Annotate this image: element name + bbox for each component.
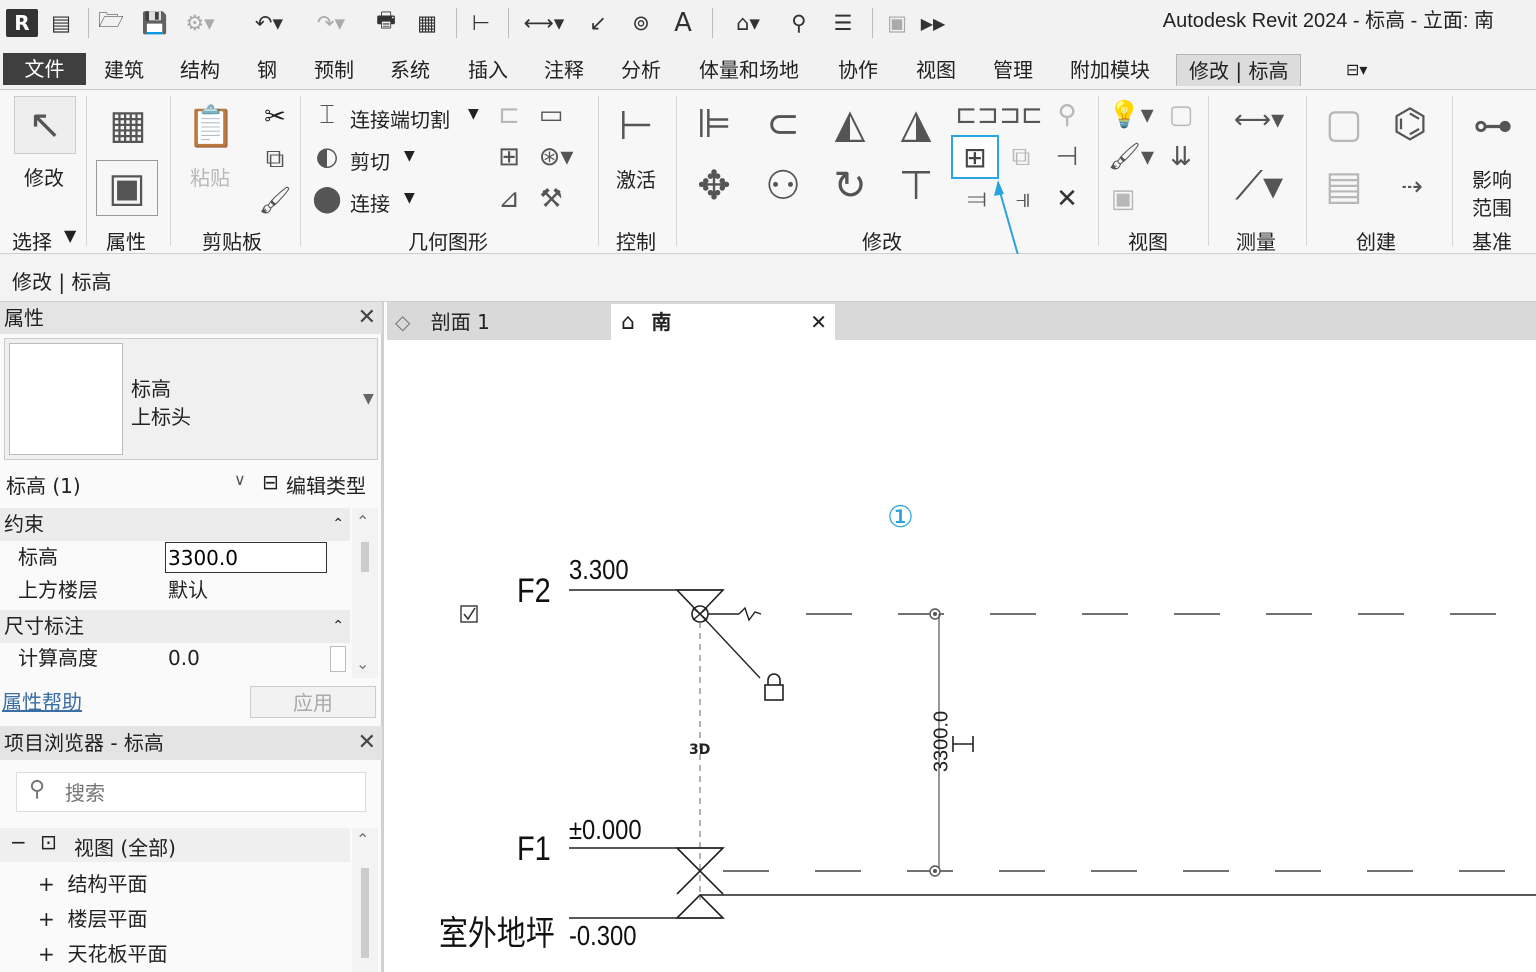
tree-item-floor-plans[interactable]: + 楼层平面 [38, 903, 147, 932]
elevation-row: 标高 [4, 541, 348, 574]
collapse-dimensions-icon[interactable]: ⌃ [332, 610, 344, 643]
edit-type-button[interactable]: 编辑类型 [286, 470, 366, 499]
dimension-value[interactable]: 3300.0 [931, 707, 954, 777]
browser-scroll-up-icon[interactable]: ⌃ [356, 830, 369, 849]
browser-search[interactable]: ⚲ [16, 772, 366, 812]
level-f1-elevation[interactable]: ±0.000 [569, 814, 642, 846]
scroll-thumb[interactable] [361, 542, 369, 572]
properties-help-link[interactable]: 属性帮助 [2, 686, 82, 715]
computed-height-row: 计算高度 0.0 [4, 642, 348, 675]
left-panel: 属性 ✕ 标高 上标头 ▼ 标高 (1) ∨ ⊟ 编辑类型 约束 ⌃ 标高 上方… [0, 302, 384, 972]
tree-item-structural-plans[interactable]: + 结构平面 [38, 868, 147, 897]
tree-item-label: 楼层平面 [67, 907, 148, 931]
level-outdoor-name[interactable]: 室外地坪 [439, 906, 555, 955]
computed-height-scroll[interactable] [330, 646, 346, 672]
expand-icon[interactable]: + [38, 942, 55, 966]
instance-filter[interactable]: 标高 (1) [6, 470, 81, 499]
properties-title: 属性 [4, 306, 44, 330]
tab-south-label: 南 [651, 310, 672, 334]
level-f1-graphics[interactable] [569, 847, 1536, 895]
story-above-key: 上方楼层 [18, 578, 98, 602]
level-f2-graphics[interactable] [569, 589, 1536, 701]
level-f2-elevation[interactable]: 3.300 [569, 554, 629, 586]
elevation-view-icon: ⌂ [621, 310, 635, 335]
tab-close-icon[interactable]: ✕ [810, 304, 827, 340]
type-family-name: 标高 [131, 377, 171, 401]
section-dimensions[interactable]: 尺寸标注 ⌃ [0, 610, 350, 643]
expand-icon[interactable]: + [38, 907, 55, 931]
story-above-value[interactable]: 默认 [168, 574, 208, 607]
project-browser-title: 项目浏览器 - 标高 [4, 731, 164, 755]
properties-scrollbar[interactable]: ⌃ ⌄ [352, 508, 378, 678]
apply-button[interactable]: 应用 [250, 686, 376, 718]
section-constraints[interactable]: 约束 ⌃ [0, 508, 350, 541]
browser-scrollbar[interactable]: ⌃ [352, 828, 378, 972]
view-tabs: ◇ 剖面 1 ⌂ 南 ✕ [387, 302, 1536, 340]
section-view-icon: ◇ [395, 310, 411, 334]
project-browser-header: 项目浏览器 - 标高 ✕ [0, 726, 382, 760]
browser-scroll-thumb[interactable] [361, 868, 369, 958]
views-icon: ⊡ [40, 830, 57, 854]
level-f1-name[interactable]: F1 [517, 830, 551, 869]
drawing-canvas[interactable]: F2 3.300 F1 ±0.000 室外地坪 -0.300 3D 3300.0… [387, 340, 1536, 972]
level-outdoor-graphics[interactable] [569, 893, 1536, 919]
properties-header: 属性 ✕ [0, 302, 382, 334]
3d-extent-tag[interactable]: 3D [689, 742, 710, 758]
elevation-input[interactable] [165, 542, 327, 573]
level-outdoor-elevation[interactable]: -0.300 [569, 920, 636, 952]
collapse-constraints-icon[interactable]: ⌃ [332, 508, 344, 541]
type-selector[interactable]: 标高 上标头 ▼ [4, 338, 378, 460]
section-dimensions-label: 尺寸标注 [4, 614, 84, 638]
search-icon: ⚲ [29, 777, 46, 802]
tree-item-label: 结构平面 [67, 872, 148, 896]
computed-height-value[interactable]: 0.0 [168, 642, 200, 675]
type-dropdown-icon[interactable]: ▼ [363, 391, 374, 407]
scroll-down-icon[interactable]: ⌄ [356, 654, 369, 673]
context-text: 修改 | 标高 [12, 270, 112, 294]
elevation-key: 标高 [18, 545, 58, 569]
instance-filter-dropdown-icon[interactable]: ∨ [234, 470, 246, 489]
callout-1-label: ① [887, 500, 914, 535]
elevation-drawing[interactable] [387, 340, 1536, 972]
tree-root-row[interactable]: − ⊡ 视图 (全部) [0, 828, 350, 862]
collapse-root-icon[interactable]: − [10, 830, 27, 854]
tab-section-1[interactable]: ◇ 剖面 1 [395, 304, 611, 340]
tree-item-ceiling-plans[interactable]: + 天花板平面 [38, 938, 167, 967]
context-bar: 修改 | 标高 [0, 254, 1536, 302]
properties-close-icon[interactable]: ✕ [358, 302, 376, 334]
expand-icon[interactable]: + [38, 872, 55, 896]
tree-root-label: 视图 (全部) [74, 836, 176, 860]
tree-item-label: 天花板平面 [67, 942, 168, 966]
tab-south-elevation[interactable]: ⌂ 南 ✕ [611, 304, 835, 340]
section-constraints-label: 约束 [4, 512, 44, 536]
tab-section-1-label: 剖面 1 [430, 310, 490, 334]
search-input[interactable] [65, 779, 355, 807]
edit-type-icon[interactable]: ⊟ [262, 470, 279, 494]
story-above-row: 上方楼层 默认 [4, 574, 348, 607]
computed-height-key: 计算高度 [18, 646, 98, 670]
type-name: 上标头 [131, 405, 191, 429]
level-f2-name[interactable]: F2 [517, 572, 551, 611]
scroll-up-icon[interactable]: ⌃ [356, 512, 369, 531]
type-preview-image [9, 343, 123, 455]
project-browser-close-icon[interactable]: ✕ [358, 726, 376, 760]
